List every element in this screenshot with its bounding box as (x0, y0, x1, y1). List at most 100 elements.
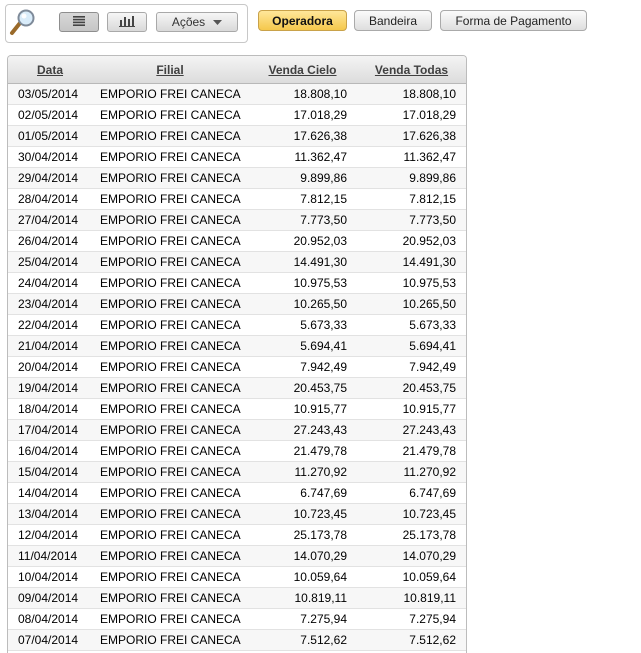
chart-view-button[interactable] (107, 12, 147, 32)
cell-venda-cielo: 10.915,77 (248, 398, 357, 420)
table-row[interactable]: 30/04/2014 EMPORIO FREI CANECA 11.362,47 11… (8, 146, 466, 168)
cell-filial: EMPORIO FREI CANECA (92, 482, 248, 504)
cell-filial: EMPORIO FREI CANECA (92, 272, 248, 294)
cell-filial: EMPORIO FREI CANECA (92, 461, 248, 483)
cell-venda-cielo: 25.173,78 (248, 524, 357, 546)
table-row[interactable]: 08/04/2014 EMPORIO FREI CANECA 7.275,94 7.2… (8, 608, 466, 630)
cell-venda-cielo: 7.773,50 (248, 209, 357, 231)
cell-filial: EMPORIO FREI CANECA (92, 167, 248, 189)
table-row[interactable]: 13/04/2014 EMPORIO FREI CANECA 10.723,45 10… (8, 503, 466, 525)
bar-chart-icon (119, 15, 135, 30)
cell-filial: EMPORIO FREI CANECA (92, 314, 248, 336)
cell-venda-todas: 10.059,64 (357, 566, 466, 588)
cell-filial: EMPORIO FREI CANECA (92, 587, 248, 609)
cell-data: 02/05/2014 (8, 104, 92, 126)
table-row[interactable]: 24/04/2014 EMPORIO FREI CANECA 10.975,53 10… (8, 272, 466, 294)
cell-venda-cielo: 7.275,94 (248, 608, 357, 630)
cell-venda-todas: 10.915,77 (357, 398, 466, 420)
cell-data: 20/04/2014 (8, 356, 92, 378)
cell-filial: EMPORIO FREI CANECA (92, 377, 248, 399)
magnifier-search-icon[interactable] (9, 8, 37, 36)
cell-filial: EMPORIO FREI CANECA (92, 209, 248, 231)
cell-data: 28/04/2014 (8, 188, 92, 210)
cell-filial: EMPORIO FREI CANECA (92, 293, 248, 315)
cell-data: 19/04/2014 (8, 377, 92, 399)
table-header-row: Data Filial Venda Cielo Venda Todas (8, 56, 466, 84)
column-header-filial[interactable]: Filial (92, 56, 248, 84)
cell-data: 08/04/2014 (8, 608, 92, 630)
cell-filial: EMPORIO FREI CANECA (92, 440, 248, 462)
cell-filial: EMPORIO FREI CANECA (92, 545, 248, 567)
cell-data: 18/04/2014 (8, 398, 92, 420)
column-header-venda-cielo[interactable]: Venda Cielo (248, 56, 357, 84)
table-row[interactable]: 02/05/2014 EMPORIO FREI CANECA 17.018,29 17… (8, 104, 466, 126)
table-row[interactable]: 29/04/2014 EMPORIO FREI CANECA 9.899,86 9.8… (8, 167, 466, 189)
cell-data: 09/04/2014 (8, 587, 92, 609)
table-row[interactable]: 23/04/2014 EMPORIO FREI CANECA 10.265,50 10… (8, 293, 466, 315)
cell-venda-todas: 20.952,03 (357, 230, 466, 252)
cell-venda-todas: 10.265,50 (357, 293, 466, 315)
cell-venda-cielo: 27.243,43 (248, 419, 357, 441)
table-row[interactable]: 22/04/2014 EMPORIO FREI CANECA 5.673,33 5.6… (8, 314, 466, 336)
cell-data: 29/04/2014 (8, 167, 92, 189)
list-view-button[interactable] (59, 12, 99, 32)
cell-filial: EMPORIO FREI CANECA (92, 398, 248, 420)
table-row[interactable]: 11/04/2014 EMPORIO FREI CANECA 14.070,29 14… (8, 545, 466, 567)
table-row[interactable]: 25/04/2014 EMPORIO FREI CANECA 14.491,30 14… (8, 251, 466, 273)
cell-filial: EMPORIO FREI CANECA (92, 251, 248, 273)
column-header-venda-todas[interactable]: Venda Todas (357, 56, 466, 84)
cell-filial: EMPORIO FREI CANECA (92, 146, 248, 168)
cell-data: 14/04/2014 (8, 482, 92, 504)
table-row[interactable]: 20/04/2014 EMPORIO FREI CANECA 7.942,49 7.9… (8, 356, 466, 378)
tab-operadora[interactable]: Operadora (258, 10, 347, 31)
cell-venda-cielo: 5.673,33 (248, 314, 357, 336)
list-view-icon (73, 15, 85, 29)
column-header-data[interactable]: Data (8, 56, 92, 84)
cell-data: 16/04/2014 (8, 440, 92, 462)
table-row[interactable]: 16/04/2014 EMPORIO FREI CANECA 21.479,78 21… (8, 440, 466, 462)
table-row[interactable]: 07/04/2014 EMPORIO FREI CANECA 7.512,62 7.5… (8, 629, 466, 651)
cell-data: 24/04/2014 (8, 272, 92, 294)
cell-venda-cielo: 10.819,11 (248, 587, 357, 609)
table-row[interactable]: 21/04/2014 EMPORIO FREI CANECA 5.694,41 5.6… (8, 335, 466, 357)
cell-venda-todas: 6.747,69 (357, 482, 466, 504)
tab-forma-de-pagamento[interactable]: Forma de Pagamento (440, 10, 587, 31)
cell-data: 23/04/2014 (8, 293, 92, 315)
cell-data: 03/05/2014 (8, 83, 92, 105)
cell-venda-todas: 14.491,30 (357, 251, 466, 273)
table-row[interactable]: 09/04/2014 EMPORIO FREI CANECA 10.819,11 10… (8, 587, 466, 609)
table-row[interactable]: 19/04/2014 EMPORIO FREI CANECA 20.453,75 20… (8, 377, 466, 399)
table-body: 03/05/2014 EMPORIO FREI CANECA 18.808,10 18… (8, 83, 466, 651)
cell-filial: EMPORIO FREI CANECA (92, 188, 248, 210)
cell-venda-cielo: 21.479,78 (248, 440, 357, 462)
cell-venda-todas: 10.975,53 (357, 272, 466, 294)
table-row[interactable]: 17/04/2014 EMPORIO FREI CANECA 27.243,43 27… (8, 419, 466, 441)
cell-venda-cielo: 9.899,86 (248, 167, 357, 189)
table-row[interactable]: 03/05/2014 EMPORIO FREI CANECA 18.808,10 18… (8, 83, 466, 105)
table-row[interactable]: 26/04/2014 EMPORIO FREI CANECA 20.952,03 20… (8, 230, 466, 252)
table-row[interactable]: 10/04/2014 EMPORIO FREI CANECA 10.059,64 10… (8, 566, 466, 588)
cell-venda-todas: 17.626,38 (357, 125, 466, 147)
table-row[interactable]: 14/04/2014 EMPORIO FREI CANECA 6.747,69 6.7… (8, 482, 466, 504)
cell-data: 15/04/2014 (8, 461, 92, 483)
cell-venda-todas: 5.673,33 (357, 314, 466, 336)
table-row[interactable]: 27/04/2014 EMPORIO FREI CANECA 7.773,50 7.7… (8, 209, 466, 231)
cell-filial: EMPORIO FREI CANECA (92, 629, 248, 651)
cell-data: 22/04/2014 (8, 314, 92, 336)
cell-filial: EMPORIO FREI CANECA (92, 419, 248, 441)
cell-venda-cielo: 10.059,64 (248, 566, 357, 588)
cell-data: 17/04/2014 (8, 419, 92, 441)
cell-venda-cielo: 20.952,03 (248, 230, 357, 252)
table-row[interactable]: 15/04/2014 EMPORIO FREI CANECA 11.270,92 11… (8, 461, 466, 483)
cell-data: 21/04/2014 (8, 335, 92, 357)
tab-bandeira[interactable]: Bandeira (354, 10, 432, 31)
cell-venda-cielo: 7.942,49 (248, 356, 357, 378)
table-row[interactable]: 12/04/2014 EMPORIO FREI CANECA 25.173,78 25… (8, 524, 466, 546)
actions-menu-button[interactable]: Ações (156, 12, 238, 32)
table-row[interactable]: 18/04/2014 EMPORIO FREI CANECA 10.915,77 10… (8, 398, 466, 420)
cell-data: 25/04/2014 (8, 251, 92, 273)
report-table-container: Data Filial Venda Cielo Venda Todas 03/0… (7, 55, 467, 653)
table-row[interactable]: 01/05/2014 EMPORIO FREI CANECA 17.626,38 17… (8, 125, 466, 147)
cell-venda-cielo: 14.491,30 (248, 251, 357, 273)
table-row[interactable]: 28/04/2014 EMPORIO FREI CANECA 7.812,15 7.8… (8, 188, 466, 210)
